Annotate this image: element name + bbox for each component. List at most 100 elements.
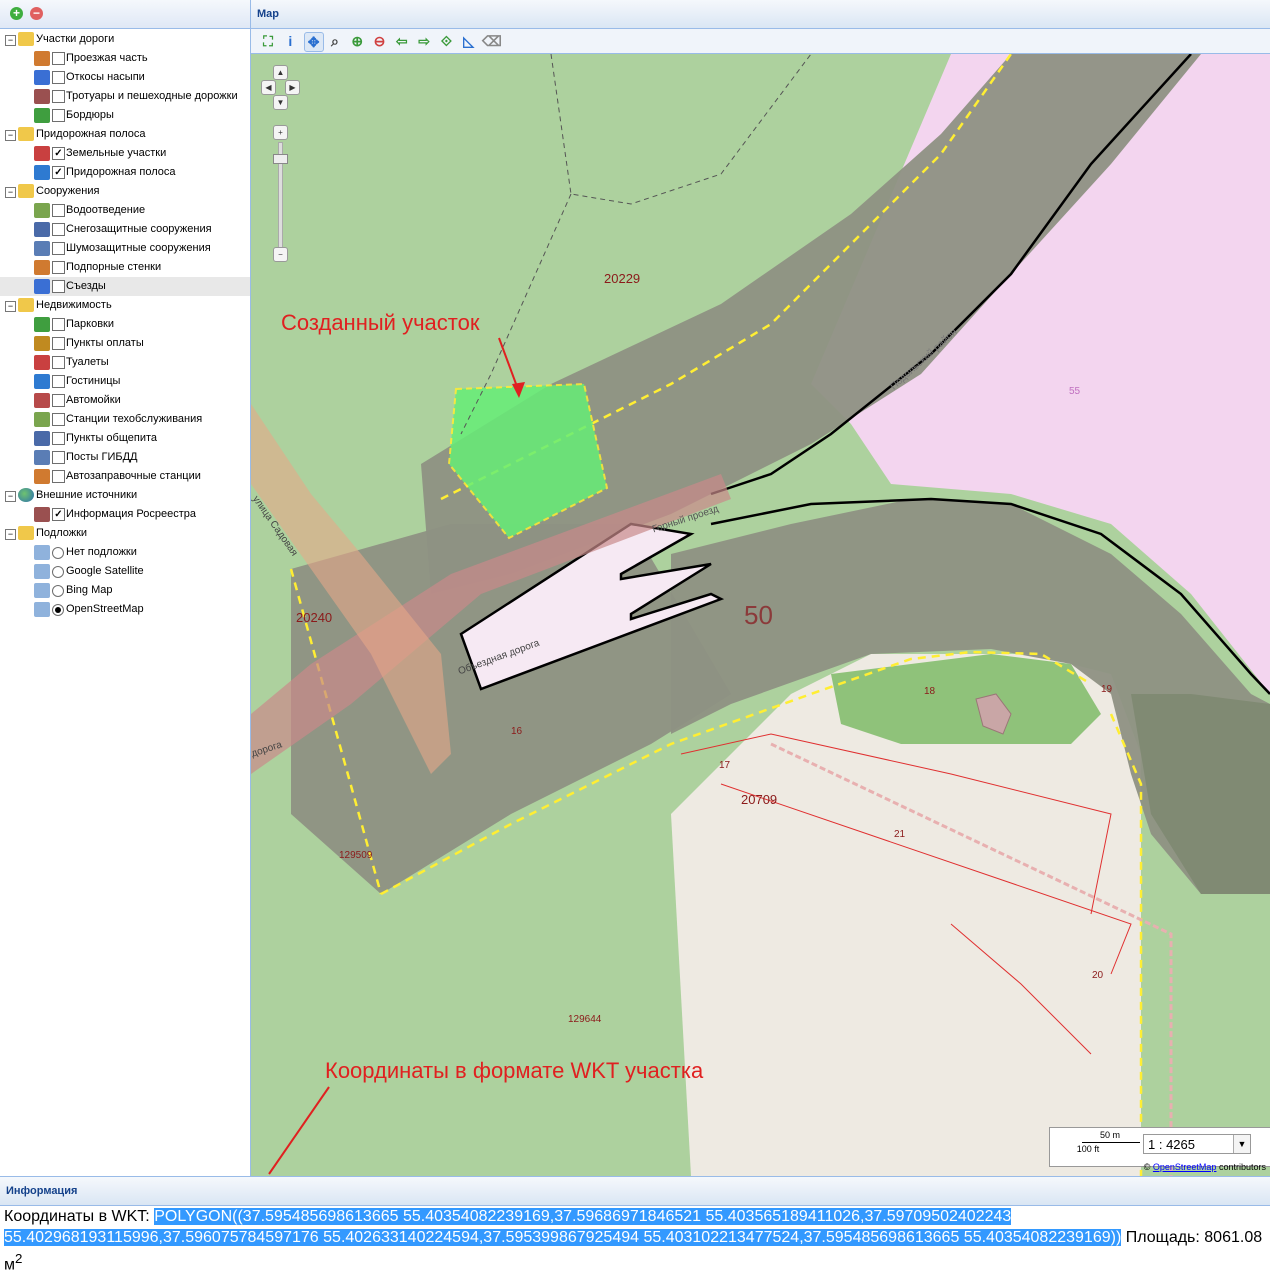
tree-layer-30[interactable]: OpenStreetMap <box>0 600 250 619</box>
pan-left-button[interactable]: ◀ <box>261 80 276 95</box>
layer-checkbox[interactable] <box>52 394 65 407</box>
layer-checkbox[interactable] <box>52 337 65 350</box>
layer-checkbox[interactable] <box>52 261 65 274</box>
tree-node-label: Бордюры <box>66 109 114 121</box>
minus-circle-icon[interactable]: − <box>30 7 43 20</box>
tree-layer-27[interactable]: Нет подложки <box>0 543 250 562</box>
pan-up-button[interactable]: ▲ <box>273 65 288 80</box>
collapse-toggle-icon[interactable]: − <box>5 35 16 46</box>
tree-layer-10[interactable]: Снегозащитные сооружения <box>0 220 250 239</box>
info-panel: Информация Координаты в WKT: POLYGON((37… <box>0 1176 1270 1273</box>
layer-radio[interactable] <box>52 604 64 616</box>
zoom-out-icon[interactable]: ⊖ <box>371 32 389 50</box>
tree-group-5[interactable]: − Придорожная полоса <box>0 125 250 144</box>
layer-checkbox[interactable] <box>52 90 65 103</box>
tree-layer-22[interactable]: Посты ГИБДД <box>0 448 250 467</box>
tree-layer-18[interactable]: Гостиницы <box>0 372 250 391</box>
tree-group-26[interactable]: − Подложки <box>0 524 250 543</box>
tree-node-label: Гостиницы <box>66 375 121 387</box>
layer-checkbox[interactable] <box>52 52 65 65</box>
layer-checkbox[interactable] <box>52 223 65 236</box>
collapse-toggle-icon[interactable]: − <box>5 130 16 141</box>
zoom-out-button[interactable]: − <box>273 247 288 262</box>
layer-radio[interactable] <box>52 547 64 559</box>
tree-group-0[interactable]: − Участки дороги <box>0 30 250 49</box>
collapse-toggle-icon[interactable]: − <box>5 491 16 502</box>
scale-bar-imperial: 100 ft <box>1076 1144 1100 1154</box>
layer-checkbox[interactable] <box>52 470 65 483</box>
tree-layer-20[interactable]: Станции техобслуживания <box>0 410 250 429</box>
collapse-toggle-icon[interactable]: − <box>5 187 16 198</box>
tree-layer-29[interactable]: Bing Map <box>0 581 250 600</box>
basemap-layer-icon <box>34 602 50 617</box>
parcel-label: 20709 <box>741 792 778 807</box>
tree-layer-4[interactable]: Бордюры <box>0 106 250 125</box>
layer-checkbox[interactable] <box>52 242 65 255</box>
measure-area-icon[interactable]: ◺ <box>460 32 478 50</box>
layer-radio[interactable] <box>52 585 64 597</box>
zoom-in-icon[interactable]: ⊕ <box>348 32 366 50</box>
tree-layer-19[interactable]: Автомойки <box>0 391 250 410</box>
scale-select[interactable]: 1 : 4265 ▼ <box>1143 1134 1251 1154</box>
tree-layer-9[interactable]: Водоотведение <box>0 201 250 220</box>
tree-layer-15[interactable]: Парковки <box>0 315 250 334</box>
layer-checkbox[interactable] <box>52 318 65 331</box>
tree-layer-16[interactable]: Пункты оплаты <box>0 334 250 353</box>
tree-layer-25[interactable]: ✓ Информация Росреестра <box>0 505 250 524</box>
folder-open-icon <box>18 526 34 540</box>
measure-length-icon[interactable]: ⟐ <box>437 32 455 50</box>
layer-checkbox[interactable] <box>52 413 65 426</box>
pan-down-button[interactable]: ▼ <box>273 95 288 110</box>
tree-layer-23[interactable]: Автозаправочные станции <box>0 467 250 486</box>
tree-layer-17[interactable]: Туалеты <box>0 353 250 372</box>
zoom-slider-handle[interactable] <box>273 154 288 164</box>
tree-group-14[interactable]: − Недвижимость <box>0 296 250 315</box>
tree-layer-11[interactable]: Шумозащитные сооружения <box>0 239 250 258</box>
zoom-box-icon[interactable]: ⌕ <box>326 32 344 50</box>
wkt-value[interactable]: POLYGON((37.595485698613665 55.403540822… <box>4 1208 1122 1246</box>
layer-checkbox[interactable] <box>52 356 65 369</box>
parcel-label: 55 <box>1069 386 1081 397</box>
map-canvas[interactable]: ▲ ◀ ▶ ▼ + − 20229 55 20240 50 18 19 17 2… <box>251 54 1270 1176</box>
tree-layer-12[interactable]: Подпорные стенки <box>0 258 250 277</box>
info-icon[interactable]: i <box>281 32 299 50</box>
tree-layer-7[interactable]: ✓ Придорожная полоса <box>0 163 250 182</box>
layer-checkbox[interactable] <box>52 109 65 122</box>
layer-checkbox[interactable] <box>52 375 65 388</box>
layer-checkbox[interactable]: ✓ <box>52 508 65 521</box>
history-back-icon[interactable]: ⇦ <box>393 32 411 50</box>
osm-attribution-link[interactable]: OpenStreetMap <box>1153 1162 1217 1172</box>
plus-circle-icon[interactable]: + <box>10 7 23 20</box>
layer-radio[interactable] <box>52 566 64 578</box>
layer-checkbox[interactable] <box>52 432 65 445</box>
layer-checkbox[interactable] <box>52 204 65 217</box>
layer-checkbox[interactable] <box>52 280 65 293</box>
tree-layer-1[interactable]: Проезжая часть <box>0 49 250 68</box>
tree-node-label: Недвижимость <box>36 299 112 311</box>
layer-checkbox[interactable]: ✓ <box>52 166 65 179</box>
tree-layer-21[interactable]: Пункты общепита <box>0 429 250 448</box>
tree-layer-3[interactable]: Тротуары и пешеходные дорожки <box>0 87 250 106</box>
layer-checkbox[interactable] <box>52 71 65 84</box>
collapse-toggle-icon[interactable]: − <box>5 529 16 540</box>
tree-group-8[interactable]: − Сооружения <box>0 182 250 201</box>
eraser-icon[interactable]: ⌫ <box>482 32 502 50</box>
chevron-down-icon[interactable]: ▼ <box>1233 1135 1250 1153</box>
pan-icon[interactable]: ✥ <box>303 32 324 52</box>
pan-right-button[interactable]: ▶ <box>285 80 300 95</box>
tree-group-24[interactable]: − Внешние источники <box>0 486 250 505</box>
parking-icon <box>34 317 50 332</box>
tree-layer-6[interactable]: ✓ Земельные участки <box>0 144 250 163</box>
history-forward-icon[interactable]: ⇨ <box>415 32 433 50</box>
zoom-in-button[interactable]: + <box>273 125 288 140</box>
scale-bar-metric: 50 m <box>1099 1130 1120 1140</box>
tree-layer-28[interactable]: Google Satellite <box>0 562 250 581</box>
layer-checkbox[interactable] <box>52 451 65 464</box>
layer-checkbox[interactable]: ✓ <box>52 147 65 160</box>
restaurant-icon <box>34 431 50 446</box>
collapse-toggle-icon[interactable]: − <box>5 301 16 312</box>
zoom-extent-icon[interactable]: ⛶ <box>259 32 277 50</box>
tree-layer-2[interactable]: Откосы насыпи <box>0 68 250 87</box>
tree-layer-13[interactable]: Съезды <box>0 277 250 296</box>
tree-node-label: Подпорные стенки <box>66 261 162 273</box>
